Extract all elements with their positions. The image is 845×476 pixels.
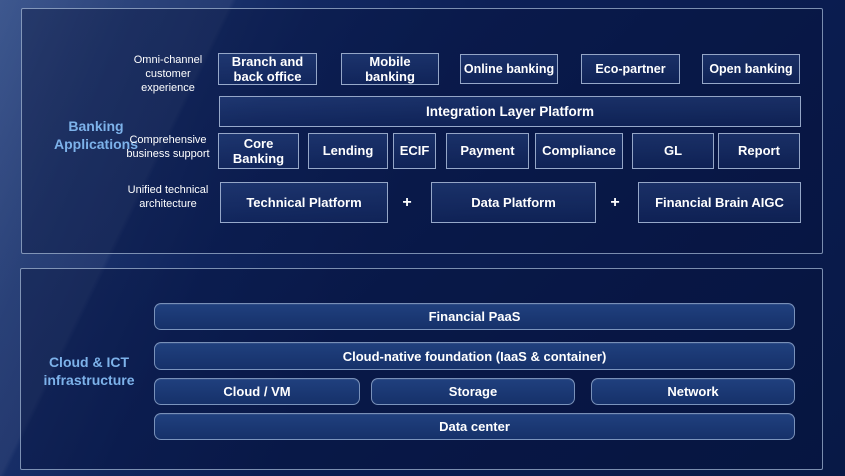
box-payment: Payment <box>446 133 529 169</box>
box-technical-platform: Technical Platform <box>220 182 388 223</box>
box-compliance: Compliance <box>535 133 623 169</box>
box-open-banking: Open banking <box>702 54 800 84</box>
box-branch-back-office: Branch and back office <box>218 53 317 85</box>
box-network: Network <box>591 378 795 405</box>
box-cloud-vm: Cloud / VM <box>154 378 360 405</box>
box-eco-partner: Eco-partner <box>581 54 680 84</box>
row-label-omni-channel: Omni-channel customer experience <box>120 54 216 95</box>
box-data-platform: Data Platform <box>431 182 596 223</box>
box-data-center: Data center <box>154 413 795 440</box>
box-core-banking: Core Banking <box>218 133 299 169</box>
box-integration-layer-platform: Integration Layer Platform <box>219 96 801 127</box>
box-ecif: ECIF <box>393 133 436 169</box>
box-storage: Storage <box>371 378 575 405</box>
plus-separator-2: + <box>602 182 628 223</box>
box-financial-paas: Financial PaaS <box>154 303 795 330</box>
box-cloud-native-foundation: Cloud-native foundation (IaaS & containe… <box>154 342 795 370</box>
row-label-business-support: Comprehensive business support <box>112 134 224 162</box>
plus-separator-1: + <box>394 182 420 223</box>
box-financial-brain-aigc: Financial Brain AIGC <box>638 182 801 223</box>
box-gl: GL <box>632 133 714 169</box>
architecture-diagram: Banking Applications Omni-channel custom… <box>0 0 845 476</box>
box-report: Report <box>718 133 800 169</box>
box-mobile-banking: Mobile banking <box>341 53 439 85</box>
cloud-ict-panel: Cloud & ICT infrastructure Financial Paa… <box>20 268 823 470</box>
banking-applications-panel: Banking Applications Omni-channel custom… <box>21 8 823 254</box>
box-lending: Lending <box>308 133 388 169</box>
box-online-banking: Online banking <box>460 54 558 84</box>
cloud-ict-title: Cloud & ICT infrastructure <box>39 353 139 389</box>
row-label-technical-architecture: Unified technical architecture <box>112 184 224 212</box>
